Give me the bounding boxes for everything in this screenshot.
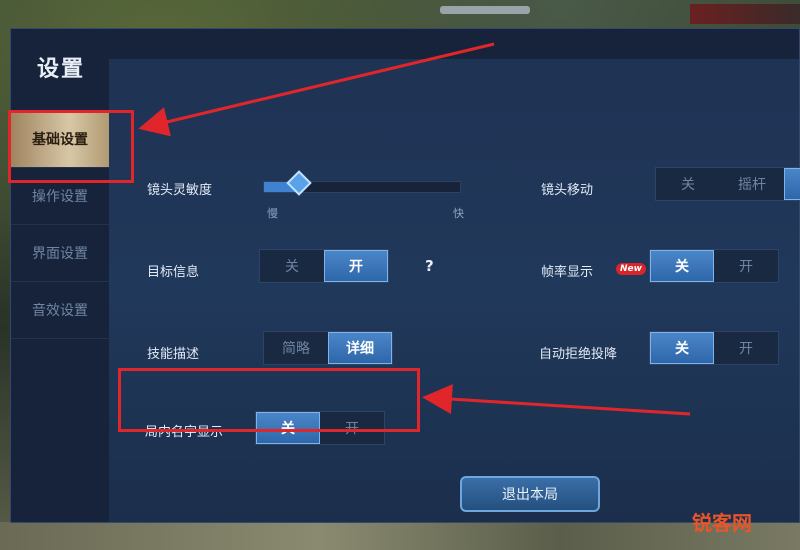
annotation-arrows	[138, 42, 691, 416]
arrow-to-name-display	[422, 384, 691, 416]
watermark-logo: 锐客网	[692, 511, 752, 535]
arrow-to-sidebar	[138, 42, 495, 137]
